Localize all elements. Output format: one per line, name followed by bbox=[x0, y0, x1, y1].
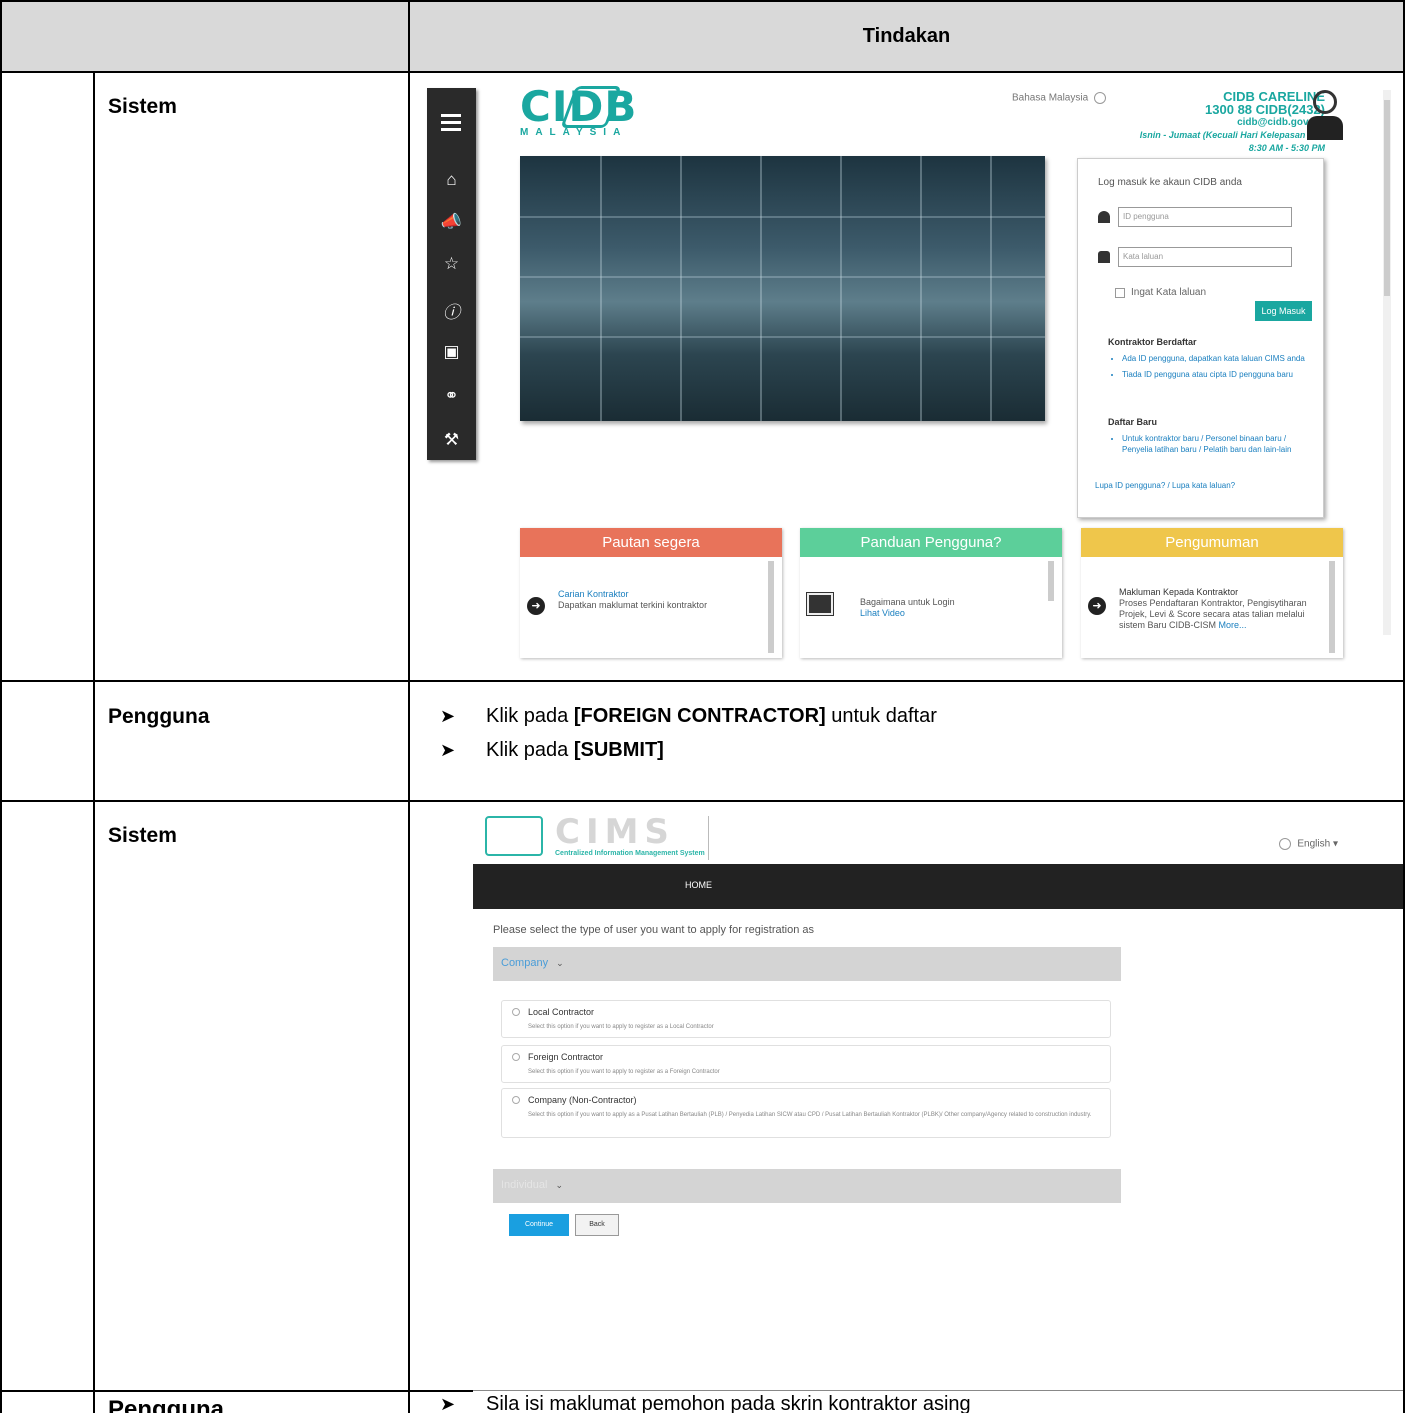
page-scrollbar[interactable] bbox=[1383, 90, 1391, 635]
arrow-right-icon[interactable]: ➜ bbox=[527, 597, 545, 615]
login-button[interactable]: Log Masuk bbox=[1255, 301, 1312, 321]
gallery-icon[interactable]: ▣ bbox=[427, 342, 476, 362]
accordion-company[interactable]: Company ⌄ bbox=[493, 947, 1121, 981]
menu-icon[interactable] bbox=[441, 114, 461, 135]
registered-links: Ada ID pengguna, dapatkan kata laluan CI… bbox=[1122, 353, 1310, 380]
radio-local[interactable] bbox=[512, 1008, 520, 1016]
border-col2 bbox=[408, 0, 410, 1413]
continue-button[interactable]: Continue bbox=[509, 1214, 569, 1236]
new-links: Untuk kontraktor baru / Personel binaan … bbox=[1122, 433, 1310, 455]
link-watch-video[interactable]: Lihat Video bbox=[860, 608, 905, 618]
panel-scrollbar[interactable] bbox=[768, 561, 774, 653]
border-col1 bbox=[93, 71, 95, 1413]
username-input[interactable]: ID pengguna bbox=[1118, 207, 1292, 227]
option-local-contractor[interactable]: Local Contractor Select this option if y… bbox=[501, 1000, 1111, 1038]
cims-screenshot: CIMS Centralized Information Management … bbox=[473, 808, 1403, 1288]
instruction-item: ➤ Klik pada [SUBMIT] bbox=[440, 738, 664, 761]
link-new-registration[interactable]: Untuk kontraktor baru / Personel binaan … bbox=[1122, 433, 1310, 455]
border-row3-left bbox=[0, 1390, 473, 1392]
row1-actor: Sistem bbox=[108, 95, 177, 118]
cidb-logo-sub: MALAYSIA bbox=[520, 127, 628, 138]
cims-logo: CIMS Centralized Information Management … bbox=[485, 812, 710, 862]
arrow-bullet-icon: ➤ bbox=[440, 739, 456, 760]
hero-image bbox=[520, 156, 1045, 421]
option-company-non-contractor[interactable]: Company (Non-Contractor) Select this opt… bbox=[501, 1088, 1111, 1138]
panel-quick-links: Pautan segera ➜ Carian Kontraktor Dapatk… bbox=[520, 528, 782, 658]
circuit-logo-icon bbox=[485, 816, 543, 856]
remember-checkbox[interactable]: Ingat Kata laluan bbox=[1115, 287, 1206, 298]
link-contractor-search[interactable]: Carian Kontraktor bbox=[558, 589, 629, 599]
lock-icon bbox=[1098, 251, 1110, 263]
chevron-down-icon: ⌄ bbox=[555, 1180, 564, 1190]
cidb-portal-screenshot: ⌂ 📣 ☆ ⓘ ▣ ⚭ ⚒ CIDB MALAYSIA Bahasa Malay… bbox=[420, 80, 1395, 662]
forgot-link[interactable]: Lupa ID pengguna? / Lupa kata laluan? bbox=[1095, 481, 1235, 490]
new-heading: Daftar Baru bbox=[1108, 417, 1158, 427]
nav-home[interactable]: HOME bbox=[685, 880, 712, 890]
logo-divider bbox=[708, 816, 709, 860]
login-box: Log masuk ke akaun CIDB anda ID pengguna… bbox=[1077, 158, 1324, 518]
home-icon[interactable]: ⌂ bbox=[427, 170, 476, 190]
panel-scrollbar[interactable] bbox=[1048, 561, 1054, 601]
top-navbar: HOME bbox=[473, 864, 1403, 909]
link-more[interactable]: More... bbox=[1219, 620, 1247, 630]
panel-user-guide: Panduan Pengguna? Bagaimana untuk Login … bbox=[800, 528, 1062, 658]
instruction-item: ➤ Sila isi maklumat pemohon pada skrin k… bbox=[440, 1392, 971, 1413]
tools-icon[interactable]: ⚒ bbox=[427, 430, 476, 450]
border-top bbox=[0, 0, 1405, 2]
border-left bbox=[0, 0, 2, 1413]
calendar-star-icon[interactable]: ☆ bbox=[427, 254, 476, 274]
back-button[interactable]: Back bbox=[575, 1214, 619, 1236]
careline-info: CIDB CARELINE 1300 88 CIDB(2432) cidb@ci… bbox=[1139, 89, 1325, 153]
selection-prompt: Please select the type of user you want … bbox=[493, 924, 815, 936]
globe-icon bbox=[1094, 92, 1107, 104]
instruction-item: ➤ Klik pada [FOREIGN CONTRACTOR] untuk d… bbox=[440, 704, 937, 727]
megaphone-icon[interactable]: 📣 bbox=[427, 212, 476, 232]
support-agent-icon bbox=[1305, 88, 1345, 140]
border-row2 bbox=[0, 800, 1405, 802]
arrow-bullet-icon: ➤ bbox=[440, 705, 456, 726]
language-selector[interactable]: Bahasa Malaysia bbox=[1012, 92, 1107, 104]
panel-scrollbar[interactable] bbox=[1329, 561, 1335, 653]
password-input[interactable]: Kata laluan bbox=[1118, 247, 1292, 267]
user-icon bbox=[1098, 211, 1110, 223]
row2-actor: Pengguna bbox=[108, 705, 210, 728]
instructions-row4: ➤ Sila isi maklumat pemohon pada skrin k… bbox=[440, 1387, 971, 1413]
instructions-row2: ➤ Klik pada [FOREIGN CONTRACTOR] untuk d… bbox=[440, 699, 937, 767]
network-icon[interactable]: ⚭ bbox=[427, 386, 476, 406]
arrow-bullet-icon: ➤ bbox=[440, 1393, 456, 1413]
row3-actor: Sistem bbox=[108, 824, 177, 847]
link-create-id[interactable]: Tiada ID pengguna atau cipta ID pengguna… bbox=[1122, 369, 1310, 380]
globe-icon bbox=[1279, 838, 1292, 850]
registered-heading: Kontraktor Berdaftar bbox=[1108, 337, 1197, 347]
header-tindakan: Tindakan bbox=[862, 24, 951, 47]
accordion-individual[interactable]: Individual ⌄ bbox=[493, 1169, 1121, 1203]
radio-foreign[interactable] bbox=[512, 1053, 520, 1061]
border-header bbox=[0, 71, 1405, 73]
link-get-password[interactable]: Ada ID pengguna, dapatkan kata laluan CI… bbox=[1122, 353, 1310, 364]
option-foreign-contractor[interactable]: Foreign Contractor Select this option if… bbox=[501, 1045, 1111, 1083]
panel-announcements: Pengumuman ➜ Makluman Kepada Kontraktor … bbox=[1081, 528, 1343, 658]
border-row1 bbox=[0, 680, 1405, 682]
chevron-down-icon: ⌄ bbox=[556, 958, 564, 968]
info-icon[interactable]: ⓘ bbox=[427, 298, 476, 323]
radio-company[interactable] bbox=[512, 1096, 520, 1104]
video-thumbnail-icon[interactable] bbox=[807, 593, 833, 615]
side-nav: ⌂ 📣 ☆ ⓘ ▣ ⚭ ⚒ bbox=[427, 88, 476, 460]
row4-actor: Pengguna bbox=[108, 1396, 225, 1413]
language-dropdown[interactable]: English ▾ bbox=[1279, 838, 1338, 850]
